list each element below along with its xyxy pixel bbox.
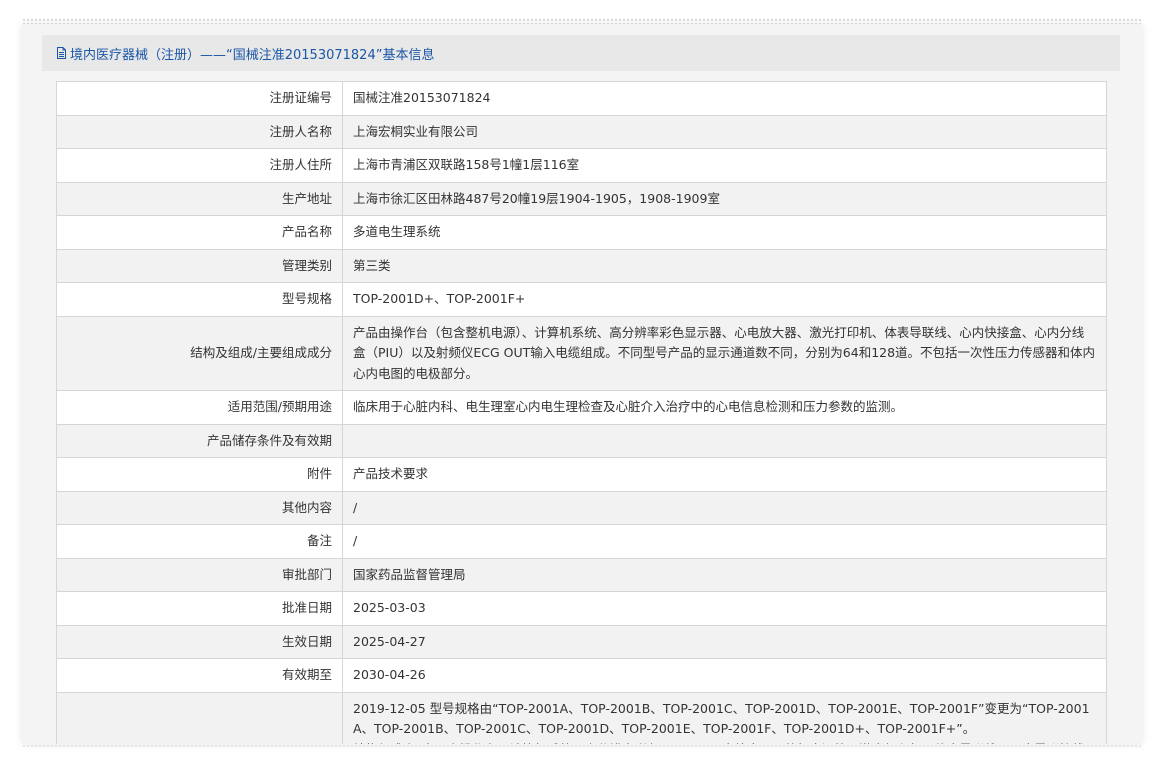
table-row: 注册人名称 上海宏桐实业有限公司 [56,114,1107,149]
table-row: 产品储存条件及有效期 [56,423,1107,458]
table-row: 产品名称 多道电生理系统 [56,215,1107,250]
field-value: 第三类 [342,248,1107,283]
table-row: 有效期至 2030-04-26 [56,658,1107,693]
field-label: 型号规格 [56,282,343,317]
field-label: 附件 [56,457,343,492]
field-label: 有效期至 [56,658,343,693]
table-row: 备注 / [56,524,1107,559]
field-label: 其他内容 [56,490,343,525]
field-label: 产品名称 [56,215,343,250]
field-label: 审批部门 [56,557,343,592]
field-label: 注册人住所 [56,148,343,183]
table-row: 管理类别 第三类 [56,248,1107,283]
field-label: 批准日期 [56,591,343,626]
field-value: / [342,524,1107,559]
field-value: 国家药品监督管理局 [342,557,1107,592]
field-label: 注册证编号 [56,81,343,116]
table-row: 审批部门 国家药品监督管理局 [56,557,1107,592]
field-value: / [342,490,1107,525]
field-value [342,423,1107,458]
field-value: 上海宏桐实业有限公司 [342,114,1107,149]
field-value: TOP-2001D+、TOP-2001F+ [342,282,1107,317]
table-row: 注册人住所 上海市青浦区双联路158号1幢1层116室 [56,148,1107,183]
field-value: 多道电生理系统 [342,215,1107,250]
table-row: 2019-12-05 型号规格由“TOP-2001A、TOP-2001B、TOP… [56,691,1107,744]
table-row: 型号规格 TOP-2001D+、TOP-2001F+ [56,282,1107,317]
field-value: 产品技术要求 [342,457,1107,492]
bottom-decoration [22,744,1142,748]
field-label: 适用范围/预期用途 [56,390,343,425]
panel-header: 境内医疗器械（注册）——“国械注准20153071824”基本信息 [42,35,1120,71]
document-icon [56,47,67,59]
table-row: 其他内容 / [56,490,1107,525]
table-row: 注册证编号 国械注准20153071824 [56,81,1107,116]
table-row: 批准日期 2025-03-03 [56,591,1107,626]
table-row: 适用范围/预期用途 临床用于心脏内科、电生理室心内电生理检查及心脏介入治疗中的心电… [56,390,1107,425]
field-value: 临床用于心脏内科、电生理室心内电生理检查及心脏介入治疗中的心电信息检测和压力参数… [342,390,1107,425]
field-value: 上海市徐汇区田林路487号20幢19层1904-1905，1908-1909室 [342,181,1107,216]
field-label: 产品储存条件及有效期 [56,423,343,458]
field-label: 注册人名称 [56,114,343,149]
field-value: 2025-03-03 [342,591,1107,626]
field-value: 2030-04-26 [342,658,1107,693]
table-row: 附件 产品技术要求 [56,457,1107,492]
info-table: 注册证编号 国械注准20153071824 注册人名称 上海宏桐实业有限公司 注册人住所… [56,81,1107,744]
info-panel: 境内医疗器械（注册）——“国械注准20153071824”基本信息 注册证编号国… [22,24,1142,744]
table-row: 生产地址 上海市徐汇区田林路487号20幢19层1904-1905，1908-19… [56,181,1107,216]
table-row: 生效日期 2025-04-27 [56,624,1107,659]
table-row: 结构及组成/主要组成成分 产品由操作台（包含整机电源）、计算机系统、高分辨率彩色显… [56,315,1107,391]
field-value: 上海市青浦区双联路158号1幢1层116室 [342,148,1107,183]
info-table-container: 注册证编号 国械注准20153071824 注册人名称 上海宏桐实业有限公司 注册人住所… [56,81,1107,744]
field-value: 国械注准20153071824 [342,81,1107,116]
field-label [56,691,343,744]
field-label: 管理类别 [56,248,343,283]
field-value: 2025-04-27 [342,624,1107,659]
field-value: 2019-12-05 型号规格由“TOP-2001A、TOP-2001B、TOP… [342,691,1107,744]
field-label: 结构及组成/主要组成成分 [56,315,343,391]
field-value: 产品由操作台（包含整机电源）、计算机系统、高分辨率彩色显示器、心电放大器、激光打… [342,315,1107,391]
field-label: 生产地址 [56,181,343,216]
panel-title: 境内医疗器械（注册）——“国械注准20153071824”基本信息 [70,47,435,63]
field-label: 生效日期 [56,624,343,659]
field-label: 备注 [56,524,343,559]
